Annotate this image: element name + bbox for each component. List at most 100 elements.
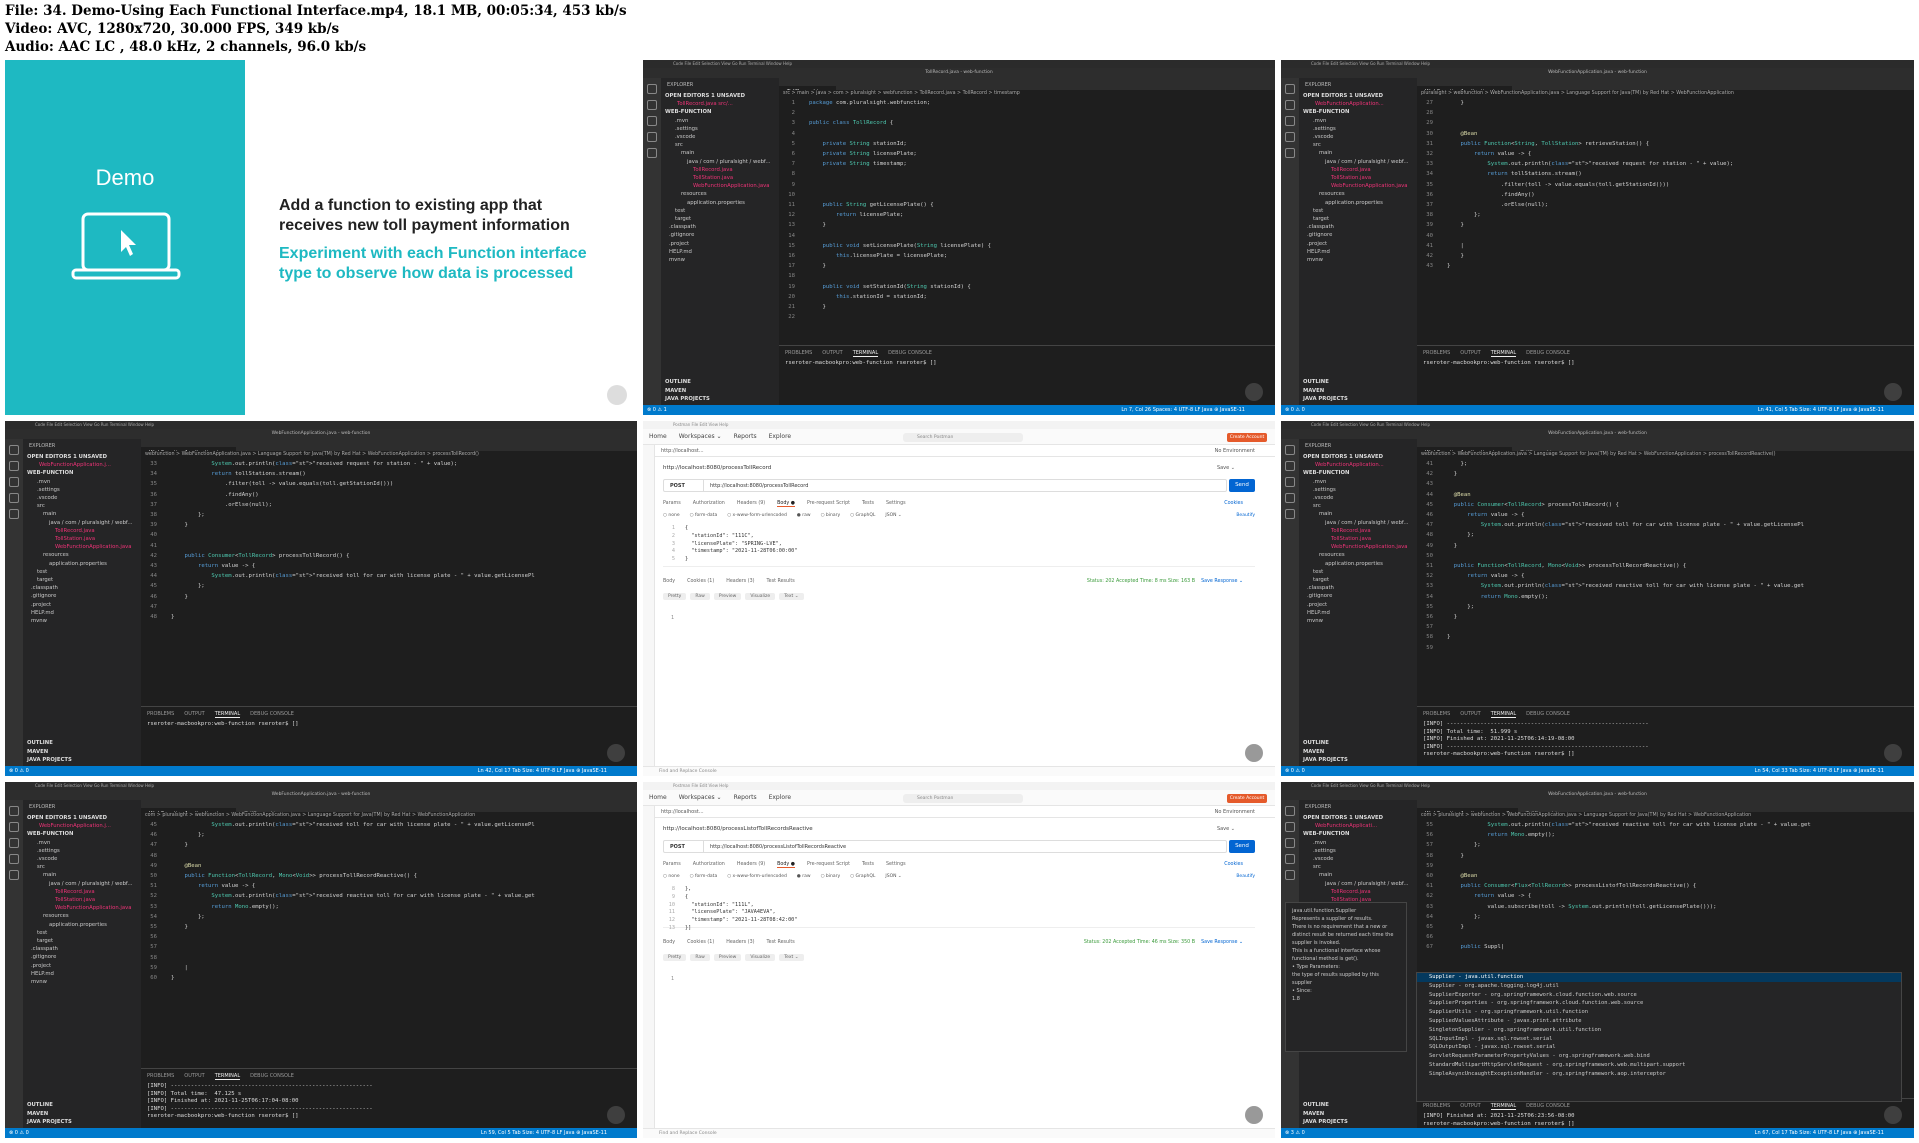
status-info[interactable]: Ln 67, Col 17 Tab Size: 4 UTF-8 LF Java …	[1755, 1128, 1884, 1138]
tree-item[interactable]: .mvn	[661, 117, 779, 125]
tree-item[interactable]: resources	[23, 912, 141, 920]
body-type-option[interactable]: ○ binary	[821, 513, 841, 518]
status-info[interactable]: Ln 42, Col 17 Tab Size: 4 UTF-8 LF Java …	[478, 766, 607, 776]
panel-tab[interactable]: DEBUG CONSOLE	[250, 1073, 294, 1079]
body-type-option[interactable]: ○ GraphQL	[850, 874, 875, 879]
tree-item[interactable]: resources	[1299, 190, 1417, 198]
section-maven[interactable]: MAVEN	[1299, 748, 1417, 756]
breadcrumb[interactable]: pluralsight > webfunction > WebFunctionA…	[1417, 90, 1914, 98]
nav-link[interactable]: Reports	[734, 794, 757, 801]
extensions-icon[interactable]	[647, 148, 657, 158]
tree-item[interactable]: .vscode	[1299, 494, 1417, 502]
open-editors-section[interactable]: OPEN EDITORS 1 UNSAVED	[1299, 92, 1417, 100]
suggestion-item[interactable]: SupplierProperties - org.springframework…	[1417, 999, 1901, 1008]
tree-item[interactable]: src	[1299, 502, 1417, 510]
tree-item[interactable]: target	[1299, 215, 1417, 223]
tree-item[interactable]: src	[1299, 863, 1417, 871]
section-outline[interactable]: OUTLINE	[23, 739, 141, 747]
suggestion-item[interactable]: Supplier - java.util.function	[1417, 973, 1901, 982]
body-type-option[interactable]: ○ x-www-form-urlencoded	[727, 874, 787, 879]
section-java-projects[interactable]: JAVA PROJECTS	[23, 756, 141, 764]
beautify-link[interactable]: Beautify	[1236, 513, 1255, 518]
tree-item[interactable]: .classpath	[1299, 223, 1417, 231]
panel-tab[interactable]: DEBUG CONSOLE	[1526, 350, 1570, 356]
section-maven[interactable]: MAVEN	[1299, 1110, 1417, 1118]
tree-item[interactable]: .mvn	[1299, 839, 1417, 847]
cookies-link[interactable]: Cookies	[1224, 501, 1243, 506]
tree-item[interactable]: resources	[661, 190, 779, 198]
send-button[interactable]: Send	[1229, 840, 1255, 853]
tree-item[interactable]: mvnw	[661, 256, 779, 264]
tree-item[interactable]: .settings	[661, 125, 779, 133]
nav-link[interactable]: Explore	[769, 794, 792, 801]
search-icon[interactable]	[1285, 461, 1295, 471]
url-input[interactable]: http://localhost:8080/processListofTollR…	[704, 844, 846, 850]
tree-item[interactable]: test	[23, 568, 141, 576]
response-view-option[interactable]: Preview	[713, 954, 742, 961]
tree-item[interactable]: java / com / pluralsight / webf...	[1299, 519, 1417, 527]
panel-tab[interactable]: PROBLEMS	[147, 1073, 174, 1079]
breadcrumb[interactable]: webfunction > WebFunctionApplication.jav…	[141, 451, 637, 459]
tree-item[interactable]: main	[23, 871, 141, 879]
section-java-projects[interactable]: JAVA PROJECTS	[23, 1118, 141, 1126]
tree-item[interactable]: .mvn	[23, 839, 141, 847]
tree-item[interactable]: target	[661, 215, 779, 223]
panel-tab[interactable]: TERMINAL	[214, 711, 241, 718]
panel-tab[interactable]: DEBUG CONSOLE	[1526, 1103, 1570, 1109]
environment-select[interactable]: No Environment	[1215, 445, 1255, 457]
panel-tab[interactable]: OUTPUT	[184, 711, 204, 717]
response-view-option[interactable]: Text ⌄	[779, 954, 804, 961]
search-icon[interactable]	[647, 100, 657, 110]
run-icon[interactable]	[9, 493, 19, 503]
section-maven[interactable]: MAVEN	[661, 387, 779, 395]
body-type-option[interactable]: ○ form-data	[690, 874, 718, 879]
code-editor[interactable]: 1 package com.pluralsight.webfunction; 2 3 p…	[779, 98, 1275, 345]
create-account-button[interactable]: Create Account	[1227, 433, 1267, 442]
tree-item[interactable]: java / com / pluralsight / webf...	[1299, 158, 1417, 166]
source-control-icon[interactable]	[9, 477, 19, 487]
tree-item[interactable]: .classpath	[23, 584, 141, 592]
tree-item[interactable]: src	[23, 502, 141, 510]
project-folder[interactable]: WEB-FUNCTION	[23, 469, 141, 477]
extensions-icon[interactable]	[9, 509, 19, 519]
explorer-icon[interactable]	[1285, 84, 1295, 94]
tree-item[interactable]: mvnw	[23, 617, 141, 625]
response-view-option[interactable]: Raw	[690, 593, 710, 600]
project-folder[interactable]: WEB-FUNCTION	[661, 108, 779, 116]
run-icon[interactable]	[1285, 493, 1295, 503]
run-icon[interactable]	[9, 854, 19, 864]
panel-tab[interactable]: PROBLEMS	[1423, 350, 1450, 356]
tree-item[interactable]: HELP.md	[661, 248, 779, 256]
tree-item[interactable]: TollStation.java	[1299, 174, 1417, 182]
body-type-option[interactable]: ● raw	[797, 513, 811, 518]
status-problems[interactable]: ⊗ 0 ⚠ 0	[9, 1128, 29, 1138]
tree-item[interactable]: WebFunctionApplication.java	[661, 182, 779, 190]
tree-item[interactable]: TollStation.java	[23, 535, 141, 543]
breadcrumb[interactable]: com > pluralsight > webfunction > WebFun…	[141, 812, 637, 820]
open-editors-section[interactable]: OPEN EDITORS 1 UNSAVED	[1299, 814, 1417, 822]
explorer-icon[interactable]	[1285, 445, 1295, 455]
cookies-link[interactable]: Cookies	[1224, 862, 1243, 867]
panel-tab[interactable]: DEBUG CONSOLE	[250, 711, 294, 717]
environment-select[interactable]: No Environment	[1215, 806, 1255, 818]
code-editor[interactable]: 33 System.out.println(class="st">"receiv…	[141, 459, 637, 706]
open-editor-file[interactable]: WebFunctionApplicati...	[1299, 822, 1417, 830]
suggestion-item[interactable]: SimpleAsyncUncaughtExceptionHandler - or…	[1417, 1070, 1901, 1079]
open-editor-file[interactable]: WebFunctionApplication.j...	[23, 461, 141, 469]
tree-item[interactable]: TollRecord.java	[1299, 166, 1417, 174]
search-input[interactable]: Search Postman	[903, 433, 1023, 442]
extensions-icon[interactable]	[1285, 509, 1295, 519]
status-info[interactable]: Ln 41, Col 5 Tab Size: 4 UTF-8 LF Java ⊕…	[1758, 405, 1884, 415]
panel-tab[interactable]: PROBLEMS	[147, 711, 174, 717]
tree-item[interactable]: target	[23, 576, 141, 584]
section-outline[interactable]: OUTLINE	[1299, 1101, 1417, 1109]
source-control-icon[interactable]	[647, 116, 657, 126]
tree-item[interactable]: .settings	[1299, 486, 1417, 494]
search-icon[interactable]	[9, 461, 19, 471]
tree-item[interactable]: HELP.md	[23, 609, 141, 617]
section-maven[interactable]: MAVEN	[23, 1110, 141, 1118]
panel-tab[interactable]: OUTPUT	[1460, 711, 1480, 717]
tree-item[interactable]: mvnw	[1299, 617, 1417, 625]
status-info[interactable]: Ln 54, Col 33 Tab Size: 4 UTF-8 LF Java …	[1755, 766, 1884, 776]
url-input[interactable]: http://localhost:8080/processTollRecord	[704, 483, 808, 489]
